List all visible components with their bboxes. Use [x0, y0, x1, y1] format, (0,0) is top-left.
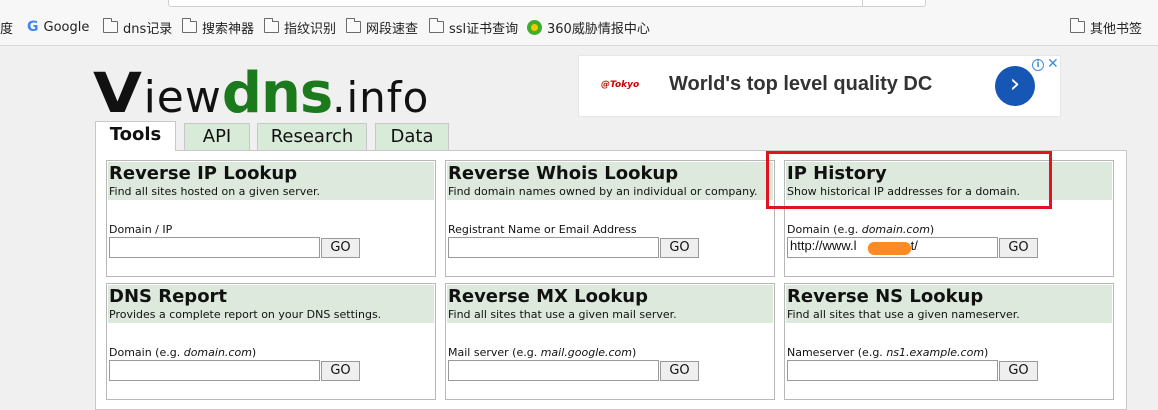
folder-icon	[102, 18, 118, 33]
tool-description: Find all sites that use a given nameserv…	[787, 308, 1020, 321]
tool-reverse-mx: Reverse MX Lookup Find all sites that us…	[445, 283, 775, 400]
ad-banner[interactable]: @Tokyo World's top level quality DC › i …	[578, 55, 1061, 117]
tool-title: Reverse IP Lookup	[109, 163, 298, 184]
go-button[interactable]: GO	[660, 238, 699, 258]
go-button[interactable]: GO	[321, 238, 360, 258]
folder-icon	[181, 18, 197, 33]
address-bar-divider	[862, 0, 863, 6]
tab-tools[interactable]: Tools	[95, 121, 176, 151]
tool-title: DNS Report	[109, 286, 228, 307]
field-label: Mail server (e.g. mail.google.com)	[448, 346, 637, 359]
tool-description: Find all sites hosted on a given server.	[109, 185, 320, 198]
go-button[interactable]: GO	[321, 361, 360, 381]
bookmark-label: 网段速查	[366, 21, 419, 37]
tab-research[interactable]: Research	[257, 123, 367, 151]
bookmark-label: ssl证书查询	[449, 21, 519, 37]
tool-description: Provides a complete report on your DNS s…	[109, 308, 382, 321]
domain-input[interactable]	[109, 360, 320, 381]
logo-v: V	[93, 61, 142, 125]
bookmark-label: 指纹识别	[284, 21, 337, 37]
logo-dns: dns	[221, 61, 333, 126]
folder-icon	[263, 18, 279, 33]
google-icon: G	[27, 19, 39, 35]
mail-server-input[interactable]	[448, 360, 659, 381]
field-label: Domain (e.g. domain.com)	[109, 346, 257, 359]
bookmark-fingerprint[interactable]: 指纹识别	[263, 17, 337, 37]
bookmark-baidu[interactable]: 度	[0, 17, 13, 37]
bookmark-google[interactable]: G Google	[27, 17, 89, 37]
bookmark-label: Google	[43, 19, 90, 35]
bookmark-360-threat[interactable]: 360威胁情报中心	[527, 17, 650, 37]
nameserver-input[interactable]	[787, 360, 998, 381]
tool-title: Reverse MX Lookup	[448, 286, 649, 307]
redaction-mark	[868, 242, 911, 255]
registrant-input[interactable]	[448, 237, 659, 258]
tool-title: Reverse NS Lookup	[787, 286, 984, 307]
go-button[interactable]: GO	[999, 238, 1038, 258]
domain-input[interactable]: http://www.l o.net/	[787, 237, 998, 258]
folder-icon	[428, 18, 444, 33]
360-icon	[527, 19, 542, 35]
bookmark-label: 360威胁情报中心	[547, 21, 650, 37]
bookmark-label: dns记录	[123, 21, 173, 37]
bookmark-dns-records[interactable]: dns记录	[102, 17, 173, 37]
tool-description: Find domain names owned by an individual…	[448, 185, 758, 198]
tool-description: Find all sites that use a given mail ser…	[448, 308, 677, 321]
info-icon[interactable]: i	[1032, 59, 1044, 71]
site-logo[interactable]: View dns .info	[93, 61, 429, 126]
bookmark-label: 度	[0, 21, 14, 37]
bookmark-label: 搜索神器	[202, 21, 255, 37]
field-label: Domain (e.g. domain.com)	[787, 223, 935, 236]
bookmark-ip-range[interactable]: 网段速查	[345, 17, 419, 37]
ad-brand-logo: @Tokyo	[601, 80, 640, 90]
bookmarks-bar: 度 G Google dns记录 搜索神器 指纹识别 网段速查 ssl证书查询 …	[0, 0, 1158, 46]
tab-data[interactable]: Data	[375, 123, 449, 151]
domain-ip-input[interactable]	[109, 237, 320, 258]
go-button[interactable]: GO	[999, 361, 1038, 381]
field-label: Domain / IP	[109, 223, 173, 236]
ad-headline: World's top level quality DC	[669, 73, 933, 95]
bookmark-ssl-query[interactable]: ssl证书查询	[428, 17, 519, 37]
bookmark-label: 其他书签	[1090, 21, 1143, 37]
tool-title: Reverse Whois Lookup	[448, 163, 679, 184]
go-button[interactable]: GO	[660, 361, 699, 381]
tool-dns-report: DNS Report Provides a complete report on…	[106, 283, 436, 400]
tool-reverse-ns: Reverse NS Lookup Find all sites that us…	[784, 283, 1114, 400]
chevron-right-icon[interactable]: ›	[995, 66, 1035, 106]
logo-iew: iew	[143, 72, 222, 123]
tool-reverse-ip: Reverse IP Lookup Find all sites hosted …	[106, 160, 436, 277]
logo-info: .info	[332, 73, 430, 122]
page-content: View dns .info @Tokyo World's top level qu…	[0, 47, 1158, 410]
bookmark-other[interactable]: 其他书签	[1069, 17, 1143, 37]
address-bar[interactable]	[168, 0, 926, 7]
field-label: Nameserver (e.g. ns1.example.com)	[787, 346, 989, 359]
bookmark-search-tools[interactable]: 搜索神器	[181, 17, 255, 37]
tool-reverse-whois: Reverse Whois Lookup Find domain names o…	[445, 160, 775, 277]
field-label: Registrant Name or Email Address	[448, 223, 637, 236]
tab-api[interactable]: API	[184, 123, 250, 151]
folder-icon	[1069, 18, 1085, 33]
folder-icon	[345, 18, 361, 33]
close-icon[interactable]: ✕	[1047, 56, 1059, 72]
highlight-box	[766, 151, 1052, 209]
